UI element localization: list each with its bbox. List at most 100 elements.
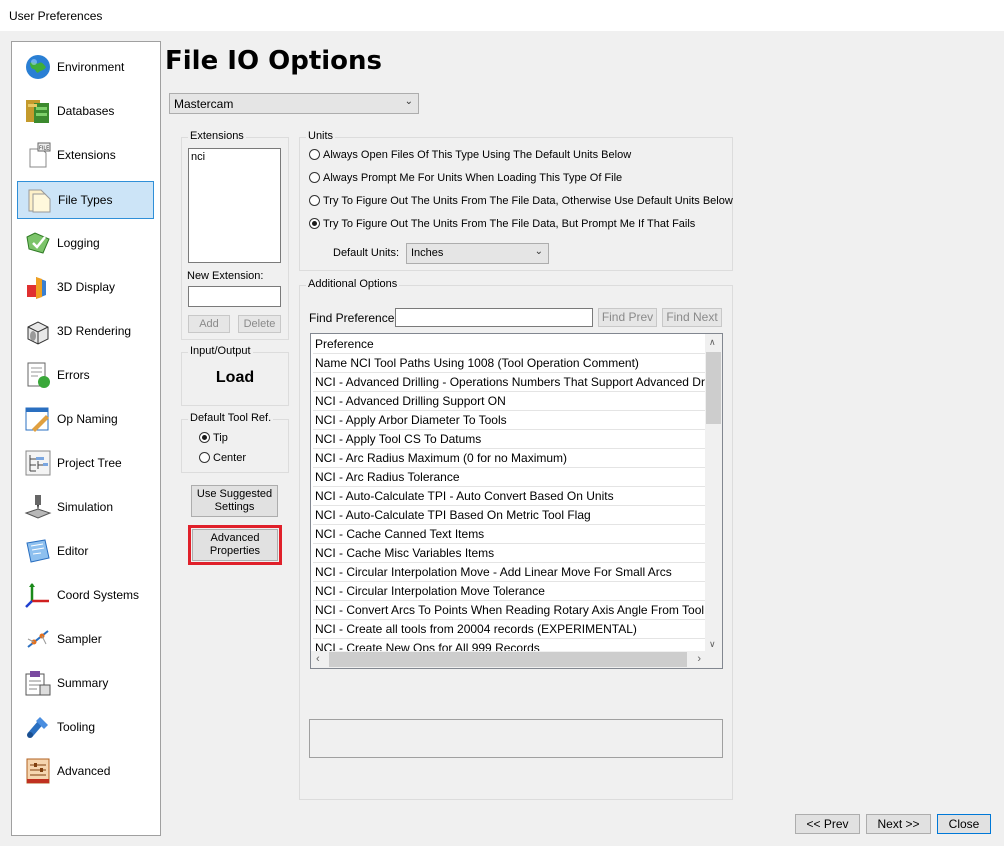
sidebar-item-sampler[interactable]: Sampler [17, 621, 152, 657]
sidebar-item-label: Coord Systems [57, 588, 140, 602]
vertical-scroll-thumb[interactable] [706, 352, 721, 424]
tool-ref-label: Default Tool Ref. [188, 412, 274, 424]
sidebar-item-project-tree[interactable]: Project Tree [17, 445, 152, 481]
list-item[interactable]: NCI - Cache Canned Text Items [313, 525, 705, 544]
input-output-value: Load [215, 369, 255, 386]
sidebar-item-label: File Types [58, 193, 113, 207]
find-prev-button[interactable]: Find Prev [598, 308, 657, 327]
radio-label: Tip [213, 432, 228, 444]
list-item[interactable]: NCI - Convert Arcs To Points When Readin… [313, 601, 705, 620]
input-output-label: Input/Output [188, 345, 253, 357]
scroll-down-icon[interactable]: ∨ [709, 639, 716, 650]
list-item[interactable]: NCI - Circular Interpolation Move Tolera… [313, 582, 705, 601]
units-group-label: Units [306, 130, 336, 142]
sidebar-item-environment[interactable]: Environment [17, 49, 152, 85]
sidebar-item-label: Errors [57, 368, 90, 382]
sidebar: Environment Databases FILE Extensions Fi… [11, 41, 161, 836]
sidebar-item-label: Summary [57, 676, 109, 690]
list-item[interactable]: NCI - Apply Arbor Diameter To Tools [313, 411, 705, 430]
extensions-list[interactable]: nci [188, 148, 281, 263]
scroll-up-icon[interactable]: ∧ [709, 337, 716, 348]
chevron-down-icon: ⌄ [534, 246, 543, 257]
list-item[interactable]: NCI - Circular Interpolation Move - Add … [313, 563, 705, 582]
prev-button[interactable]: << Prev [795, 814, 860, 834]
list-item[interactable]: NCI - Create all tools from 20004 record… [313, 620, 705, 639]
list-item[interactable]: Name NCI Tool Paths Using 1008 (Tool Ope… [313, 354, 705, 373]
delete-extension-button[interactable]: Delete [238, 315, 281, 333]
sidebar-item-coord-systems[interactable]: Coord Systems [17, 577, 152, 613]
sidebar-item-op-naming[interactable]: Op Naming [17, 401, 152, 437]
file-types-icon [28, 189, 51, 213]
sidebar-item-summary[interactable]: Summary [17, 665, 152, 701]
errors-icon [27, 362, 50, 388]
sidebar-item-errors[interactable]: Errors [17, 357, 152, 393]
list-item[interactable]: NCI - Apply Tool CS To Datums [313, 430, 705, 449]
scroll-left-icon[interactable]: ‹ [316, 653, 320, 665]
add-extension-button[interactable]: Add [188, 315, 230, 333]
preference-description-box [309, 719, 723, 758]
preference-column-header[interactable]: Preference [313, 335, 705, 354]
default-units-select[interactable]: Inches ⌄ [406, 243, 549, 264]
tooling-icon [27, 717, 48, 738]
extension-item[interactable]: nci [191, 151, 205, 163]
sidebar-item-logging[interactable]: Logging [17, 225, 152, 261]
find-preference-input[interactable] [395, 308, 593, 327]
horizontal-scroll-thumb[interactable] [329, 652, 687, 667]
globe-icon [26, 55, 50, 79]
radio-unselected-icon [309, 172, 320, 183]
radio-label: Try To Figure Out The Units From The Fil… [323, 195, 733, 207]
units-option-detect-prompt-radio[interactable]: Try To Figure Out The Units From The Fil… [309, 217, 695, 233]
list-item[interactable]: NCI - Advanced Drilling Support ON [313, 392, 705, 411]
preference-list[interactable]: Preference Name NCI Tool Paths Using 100… [310, 333, 723, 669]
close-button[interactable]: Close [937, 814, 991, 834]
page-title: File IO Options [165, 46, 383, 76]
next-button[interactable]: Next >> [866, 814, 931, 834]
sidebar-item-databases[interactable]: Databases [17, 93, 152, 129]
units-option-default-radio[interactable]: Always Open Files Of This Type Using The… [309, 148, 631, 164]
scrollbar-corner [705, 651, 722, 668]
sidebar-item-label: Project Tree [57, 456, 122, 470]
units-option-prompt-radio[interactable]: Always Prompt Me For Units When Loading … [309, 171, 622, 187]
radio-label: Try To Figure Out The Units From The Fil… [323, 218, 696, 230]
title-bar: User Preferences [0, 0, 1004, 31]
summary-icon [25, 671, 51, 696]
radio-selected-icon [199, 432, 210, 443]
sidebar-item-simulation[interactable]: Simulation [17, 489, 152, 525]
radio-label: Center [213, 452, 247, 464]
scroll-right-icon[interactable]: › [697, 653, 701, 665]
list-item[interactable]: NCI - Arc Radius Maximum (0 for no Maxim… [313, 449, 705, 468]
sidebar-item-extensions[interactable]: FILE Extensions [17, 137, 152, 173]
sidebar-item-label: 3D Display [57, 280, 116, 294]
sidebar-item-file-types[interactable]: File Types [17, 181, 154, 219]
additional-options-label: Additional Options [306, 278, 400, 290]
sidebar-item-3d-display[interactable]: 3D Display [17, 269, 152, 305]
tool-ref-center-radio[interactable]: Center [199, 451, 246, 467]
sidebar-item-label: Tooling [57, 720, 96, 734]
window-title: User Preferences [9, 9, 103, 23]
sidebar-item-editor[interactable]: Editor [17, 533, 152, 569]
sidebar-item-tooling[interactable]: Tooling [17, 709, 152, 745]
find-preference-label: Find Preference [309, 311, 395, 325]
simulation-icon [24, 495, 52, 519]
sidebar-item-3d-rendering[interactable]: 3D Rendering [17, 313, 152, 349]
sidebar-item-label: Op Naming [57, 412, 118, 426]
sidebar-item-label: Editor [57, 544, 89, 558]
sidebar-item-label: Simulation [57, 500, 114, 514]
list-item[interactable]: NCI - Auto-Calculate TPI Based On Metric… [313, 506, 705, 525]
list-item[interactable]: NCI - Cache Misc Variables Items [313, 544, 705, 563]
3d-rendering-icon [27, 321, 49, 345]
find-next-button[interactable]: Find Next [662, 308, 722, 327]
logging-icon [26, 232, 50, 254]
units-option-detect-default-radio[interactable]: Try To Figure Out The Units From The Fil… [309, 194, 733, 210]
list-item[interactable]: NCI - Advanced Drilling - Operations Num… [313, 373, 705, 392]
file-type-select[interactable]: Mastercam ⌄ [169, 93, 419, 114]
list-item[interactable]: NCI - Auto-Calculate TPI - Auto Convert … [313, 487, 705, 506]
sidebar-item-advanced[interactable]: Advanced [17, 753, 152, 789]
tool-ref-tip-radio[interactable]: Tip [199, 431, 228, 447]
list-item[interactable]: NCI - Arc Radius Tolerance [313, 468, 705, 487]
vertical-scrollbar[interactable]: ∧ ∨ [705, 334, 722, 652]
advanced-properties-button[interactable]: Advanced Properties [192, 529, 278, 561]
use-suggested-settings-button[interactable]: Use Suggested Settings [191, 485, 278, 517]
new-extension-input[interactable] [188, 286, 281, 307]
horizontal-scrollbar[interactable]: ‹ › [311, 651, 706, 668]
